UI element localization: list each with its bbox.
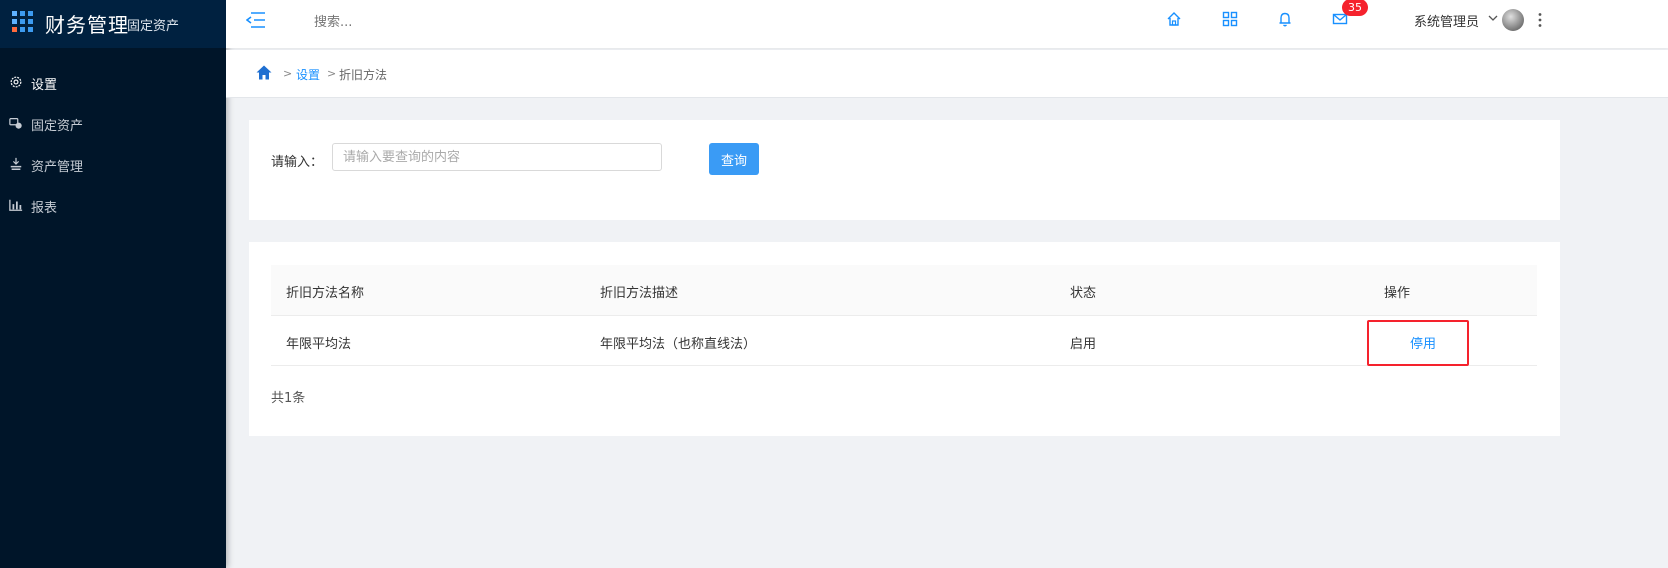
query-panel: 请输入： 查询 <box>249 120 1560 220</box>
top-header: 35 系统管理员 <box>226 0 1668 48</box>
depreciation-table: 折旧方法名称 折旧方法描述 状态 操作 年限平均法 年限平均法（也称直线法） 启… <box>271 265 1537 366</box>
query-label: 请输入： <box>271 155 324 170</box>
breadcrumb-current: 折旧方法 <box>339 68 388 82</box>
query-button[interactable]: 查询 <box>709 143 759 175</box>
breadcrumb-link-settings[interactable]: 设置 <box>296 66 320 83</box>
home-icon[interactable] <box>1166 11 1182 27</box>
disable-link[interactable]: 停用 <box>1410 333 1436 352</box>
sidebar-item-label: 报表 <box>31 201 58 216</box>
sidebar-item-settings[interactable]: 设置 <box>0 62 226 103</box>
breadcrumb-separator: > <box>283 67 293 80</box>
table-header: 折旧方法名称 折旧方法描述 状态 操作 <box>271 265 1537 316</box>
apps-logo-icon <box>12 11 33 32</box>
gear-icon <box>10 76 22 88</box>
table-row: 年限平均法 年限平均法（也称直线法） 启用 停用 <box>271 316 1537 366</box>
sidebar-item-label: 设置 <box>31 78 58 93</box>
sidebar-item-asset-management[interactable]: 资产管理 <box>0 144 226 185</box>
table-panel: 折旧方法名称 折旧方法描述 状态 操作 年限平均法 年限平均法（也称直线法） 启… <box>249 242 1560 436</box>
row-description: 年限平均法（也称直线法） <box>600 337 757 352</box>
search-input[interactable] <box>312 10 516 34</box>
menu-collapse-icon[interactable] <box>246 12 266 28</box>
sidebar-item-label: 固定资产 <box>31 119 84 134</box>
column-header-name: 折旧方法名称 <box>286 286 365 301</box>
breadcrumb-separator: > <box>327 67 337 80</box>
avatar[interactable] <box>1502 9 1524 31</box>
assets-icon <box>9 118 22 129</box>
user-name[interactable]: 系统管理员 <box>1414 11 1479 30</box>
home-icon[interactable] <box>256 65 272 80</box>
total-count: 共1条 <box>271 391 306 406</box>
brand: 财务管理 固定资产 <box>0 0 226 48</box>
column-header-description: 折旧方法描述 <box>600 286 679 301</box>
column-header-status: 状态 <box>1070 286 1097 301</box>
sidebar-item-fixed-assets[interactable]: 固定资产 <box>0 103 226 144</box>
app-subtitle: 固定资产 <box>127 19 180 34</box>
apps-grid-icon[interactable] <box>1222 11 1238 27</box>
sidebar-menu: 设置 固定资产 资产管理 报表 <box>0 62 226 226</box>
sidebar-item-label: 资产管理 <box>31 160 84 175</box>
asset-manage-icon <box>10 157 22 170</box>
bar-chart-icon <box>9 199 23 211</box>
more-vertical-icon[interactable] <box>1538 12 1542 28</box>
sidebar: 财务管理 固定资产 设置 固定资产 资产管理 报表 <box>0 0 226 568</box>
bell-icon[interactable] <box>1277 11 1293 27</box>
row-status: 启用 <box>1070 337 1097 352</box>
chevron-down-icon[interactable] <box>1488 14 1498 22</box>
row-name: 年限平均法 <box>286 337 352 352</box>
column-header-action: 操作 <box>1384 286 1411 301</box>
breadcrumb: > 设置 > 折旧方法 <box>226 50 1668 98</box>
app-title: 财务管理 <box>45 13 129 37</box>
query-input[interactable] <box>332 143 662 171</box>
mail-count-badge: 35 <box>1342 0 1368 16</box>
sidebar-item-reports[interactable]: 报表 <box>0 185 226 226</box>
